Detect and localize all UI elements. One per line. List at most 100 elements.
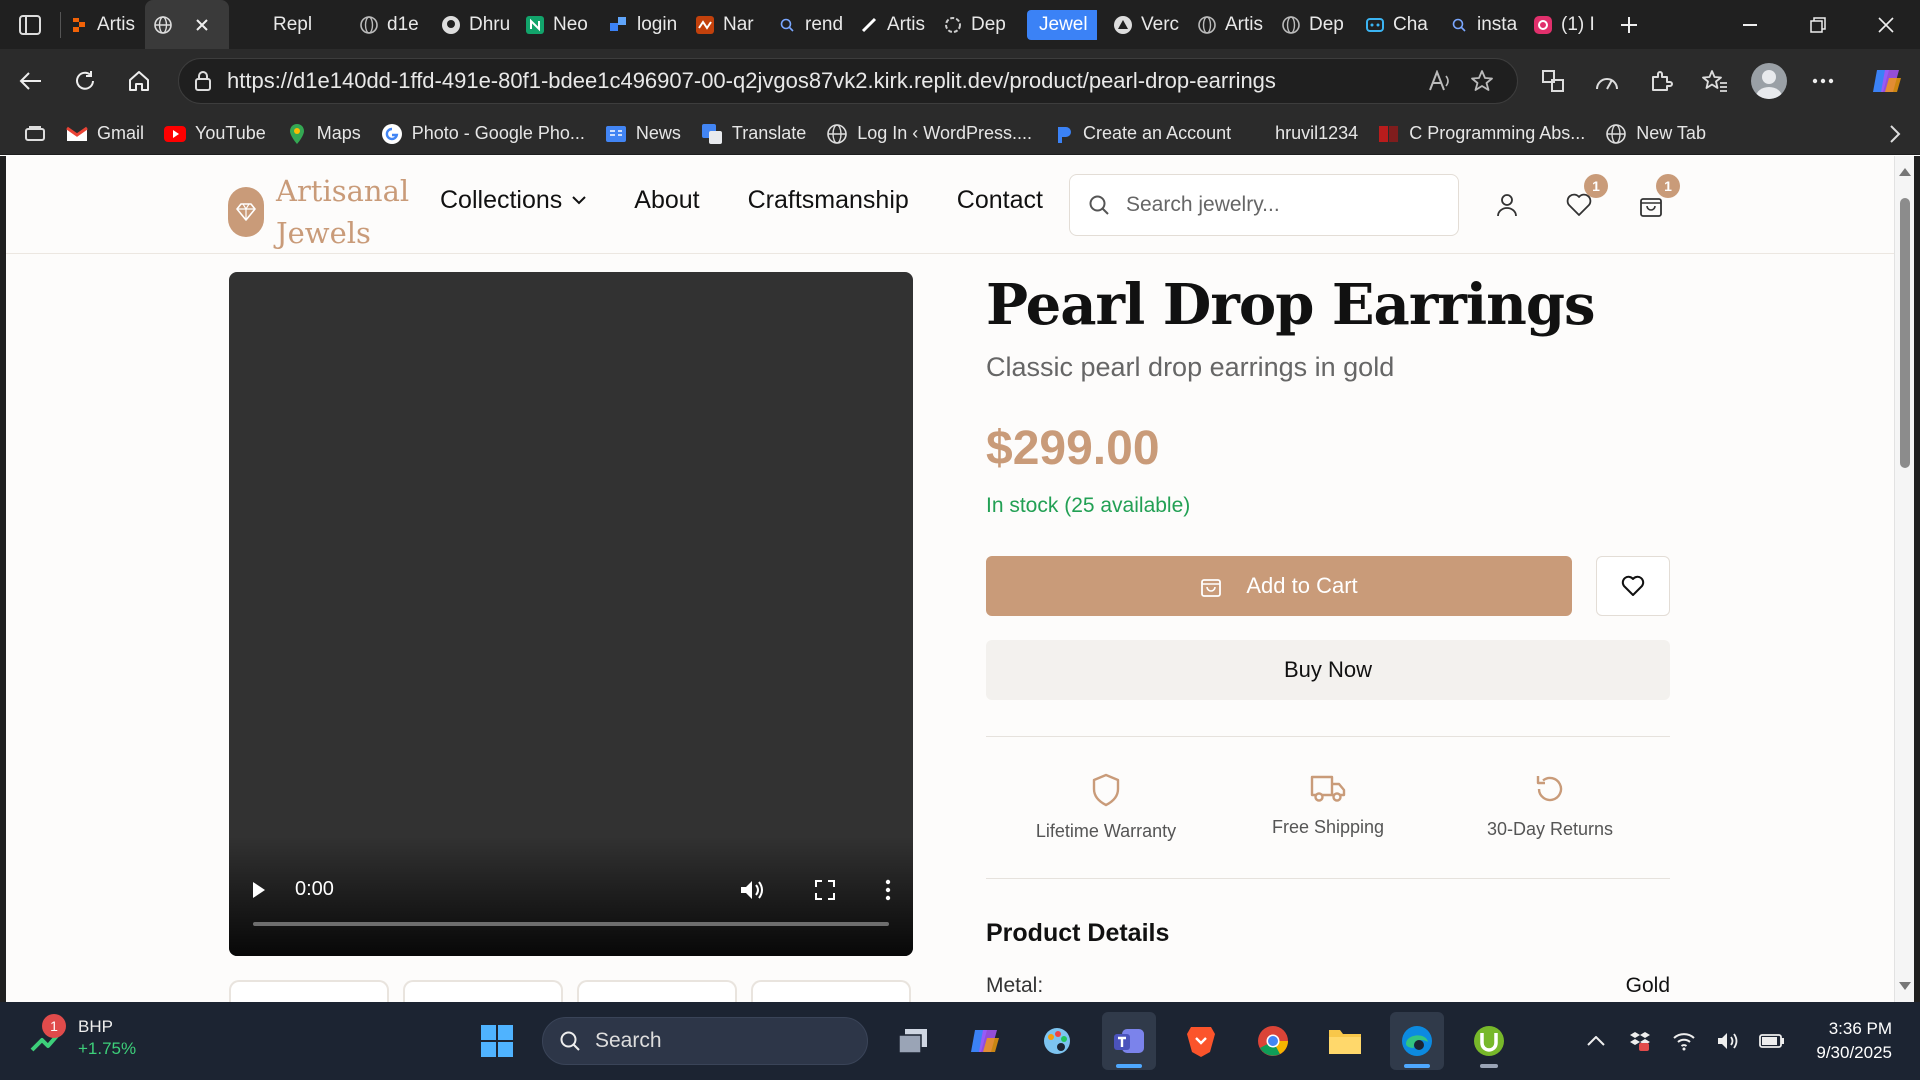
bookmark-collections[interactable] [14, 123, 56, 145]
bookmark-translate[interactable]: Translate [691, 123, 816, 145]
stock-widget[interactable]: 1 BHP +1.75% [28, 1014, 136, 1060]
tab-11[interactable]: Jewel [1019, 0, 1097, 49]
scrollbar-thumb[interactable] [1900, 198, 1910, 468]
wishlist-button[interactable]: 1 [1564, 174, 1608, 220]
bookmark-gmail[interactable]: Gmail [56, 123, 154, 145]
bookmarks-overflow-button[interactable] [1870, 124, 1920, 144]
bookmark-news[interactable]: News [595, 123, 691, 145]
dropbox-tray-icon[interactable] [1622, 1030, 1658, 1052]
tab-17[interactable]: (1) I [1525, 0, 1609, 49]
url-text[interactable]: https://d1e140dd-1ffd-491e-80f1-bdee1c49… [227, 68, 1419, 94]
tab-1-active[interactable] [145, 0, 229, 49]
bookmark-photos[interactable]: Photo - Google Pho... [371, 123, 595, 145]
add-to-cart-button[interactable]: Add to Cart [986, 556, 1572, 616]
buy-now-button[interactable]: Buy Now [986, 640, 1670, 700]
account-button[interactable] [1492, 190, 1522, 220]
favorite-star-icon[interactable] [1461, 69, 1503, 93]
back-button[interactable] [4, 54, 58, 108]
video-more-button[interactable] [885, 879, 891, 901]
extensions-button[interactable] [1634, 54, 1688, 108]
tab-0[interactable]: Artis [61, 0, 145, 49]
tab-16[interactable]: insta [1441, 0, 1525, 49]
product-video-player[interactable]: 0:00 [229, 272, 913, 956]
video-progress-bar[interactable] [253, 922, 889, 926]
edge-app[interactable] [1390, 1012, 1444, 1070]
bookmark-create-account[interactable]: Create an Account [1042, 123, 1241, 145]
translate-extension-button[interactable] [1526, 54, 1580, 108]
nav-collections[interactable]: Collections [440, 186, 586, 215]
cart-count-badge: 1 [1656, 174, 1680, 198]
thumbnail-2[interactable] [403, 980, 563, 1002]
bookmark-hruvil[interactable]: hruvil1234 [1265, 123, 1368, 144]
taskbar-search[interactable]: Search [542, 1017, 868, 1065]
fullscreen-button[interactable] [815, 879, 835, 900]
volume-tray-icon[interactable] [1710, 1031, 1746, 1051]
cart-button[interactable]: 1 [1636, 174, 1680, 220]
performance-button[interactable] [1580, 54, 1634, 108]
tab-9[interactable]: Artis [851, 0, 935, 49]
tab-close-icon[interactable] [195, 18, 209, 32]
battery-charging-icon [1759, 1034, 1785, 1048]
home-button[interactable] [112, 54, 166, 108]
thumbnail-3[interactable] [577, 980, 737, 1002]
bookmark-new-tab[interactable]: New Tab [1595, 123, 1716, 145]
page-scrollbar[interactable] [1894, 156, 1914, 1002]
nav-about[interactable]: About [634, 186, 699, 215]
tab-2[interactable]: Repl [265, 0, 351, 49]
taskbar-clock[interactable]: 3:36 PM 9/30/2025 [1816, 1017, 1892, 1065]
tab-10[interactable]: Dep [935, 0, 1019, 49]
tab-7[interactable]: Nar [687, 0, 769, 49]
scroll-up-arrow[interactable] [1899, 168, 1911, 176]
file-explorer-app[interactable] [1318, 1012, 1372, 1070]
favorites-button[interactable] [1688, 54, 1742, 108]
bookmark-c-programming[interactable]: C Programming Abs... [1368, 123, 1595, 145]
search-input[interactable] [1126, 193, 1446, 217]
copilot-app[interactable] [958, 1012, 1012, 1070]
tab-actions-button[interactable] [0, 0, 60, 49]
reload-button[interactable] [58, 54, 112, 108]
tab-13[interactable]: Artis [1189, 0, 1273, 49]
add-to-wishlist-button[interactable] [1596, 556, 1670, 616]
play-button[interactable] [251, 880, 267, 900]
utorrent-app[interactable] [1462, 1012, 1516, 1070]
tab-3[interactable]: d1e [351, 0, 433, 49]
read-aloud-icon[interactable] [1419, 70, 1461, 92]
battery-tray-icon[interactable] [1754, 1032, 1790, 1050]
bookmark-label: Photo - Google Pho... [411, 123, 585, 143]
tab-12[interactable]: Verc [1105, 0, 1189, 49]
nav-contact[interactable]: Contact [957, 186, 1043, 215]
nav-craftsmanship[interactable]: Craftsmanship [748, 186, 909, 215]
teams-app[interactable] [1102, 1012, 1156, 1070]
paint-app[interactable] [1030, 1012, 1084, 1070]
bookmark-youtube[interactable]: YouTube [154, 123, 276, 145]
tab-6[interactable]: login [601, 0, 687, 49]
site-logo[interactable]: Artisanal Jewels [228, 170, 416, 254]
address-bar[interactable]: https://d1e140dd-1ffd-491e-80f1-bdee1c49… [178, 58, 1518, 104]
thumbnail-4[interactable] [751, 980, 911, 1002]
site-info-icon[interactable] [193, 70, 213, 92]
tab-15[interactable]: Cha [1357, 0, 1441, 49]
bookmark-label: C Programming Abs... [1409, 123, 1586, 143]
new-tab-button[interactable] [1609, 0, 1649, 49]
chrome-app[interactable] [1246, 1012, 1300, 1070]
task-view-button[interactable] [886, 1012, 940, 1070]
profile-button[interactable] [1742, 54, 1796, 108]
brave-app[interactable] [1174, 1012, 1228, 1070]
mute-button[interactable] [739, 879, 765, 901]
bookmark-wordpress[interactable]: Log In ‹ WordPress.... [816, 123, 1042, 145]
scroll-down-arrow[interactable] [1899, 982, 1911, 990]
copilot-button[interactable] [1860, 54, 1914, 108]
wifi-tray-icon[interactable] [1666, 1031, 1702, 1051]
bookmark-maps[interactable]: Maps [276, 123, 371, 145]
settings-menu-button[interactable] [1796, 54, 1850, 108]
restore-button[interactable] [1784, 0, 1852, 49]
minimize-button[interactable] [1716, 0, 1784, 49]
thumbnail-1[interactable] [229, 980, 389, 1002]
show-hidden-icons-button[interactable] [1578, 1036, 1614, 1046]
tab-8[interactable]: rend [769, 0, 851, 49]
close-window-button[interactable] [1852, 0, 1920, 49]
tab-4[interactable]: Dhru [433, 0, 517, 49]
tab-14[interactable]: Dep [1273, 0, 1357, 49]
start-button[interactable] [470, 1012, 524, 1070]
tab-5[interactable]: Neo [517, 0, 601, 49]
